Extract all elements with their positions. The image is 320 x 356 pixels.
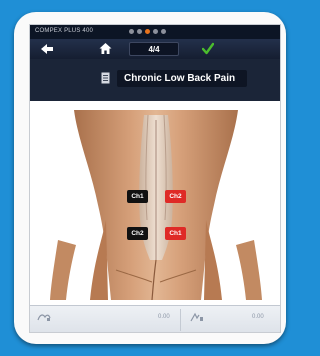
status-bar: COMPEX PLUS 400 xyxy=(30,25,280,39)
page-dot xyxy=(153,29,158,34)
page-counter: 4/4 xyxy=(129,42,179,56)
page-dot xyxy=(129,29,134,34)
electrode-ch1-black: Ch1 xyxy=(127,190,148,203)
device-screen: COMPEX PLUS 400 4/4 Chronic Low Back Pai… xyxy=(29,24,281,333)
left-value: 0.00 xyxy=(158,314,170,320)
electrode-ch1-red: Ch1 xyxy=(165,227,186,240)
back-arrow-icon[interactable] xyxy=(40,43,54,55)
lower-back-figure xyxy=(50,110,262,300)
toolbar: 4/4 xyxy=(30,39,280,59)
muscle-icon xyxy=(37,314,51,321)
page-dot xyxy=(137,29,142,34)
electrode-placement-image: Ch1 Ch2 Ch2 Ch1 xyxy=(36,110,276,300)
device-label: COMPEX PLUS 400 xyxy=(35,28,94,34)
footer-bar: 0.00 0.00 xyxy=(30,305,280,332)
electrode-ch2-black: Ch2 xyxy=(127,227,148,240)
electrode-ch2-red: Ch2 xyxy=(165,190,186,203)
confirm-check-icon[interactable] xyxy=(202,42,214,55)
program-header: Chronic Low Back Pain xyxy=(30,59,280,101)
home-icon[interactable] xyxy=(99,42,112,55)
page-dot-active xyxy=(145,29,150,34)
footer-divider xyxy=(180,309,181,331)
program-title: Chronic Low Back Pain xyxy=(117,70,247,87)
document-icon xyxy=(101,72,110,84)
intensity-icon xyxy=(190,312,203,322)
page-indicator xyxy=(129,29,166,34)
page-dot xyxy=(161,29,166,34)
right-value: 0.00 xyxy=(252,314,264,320)
